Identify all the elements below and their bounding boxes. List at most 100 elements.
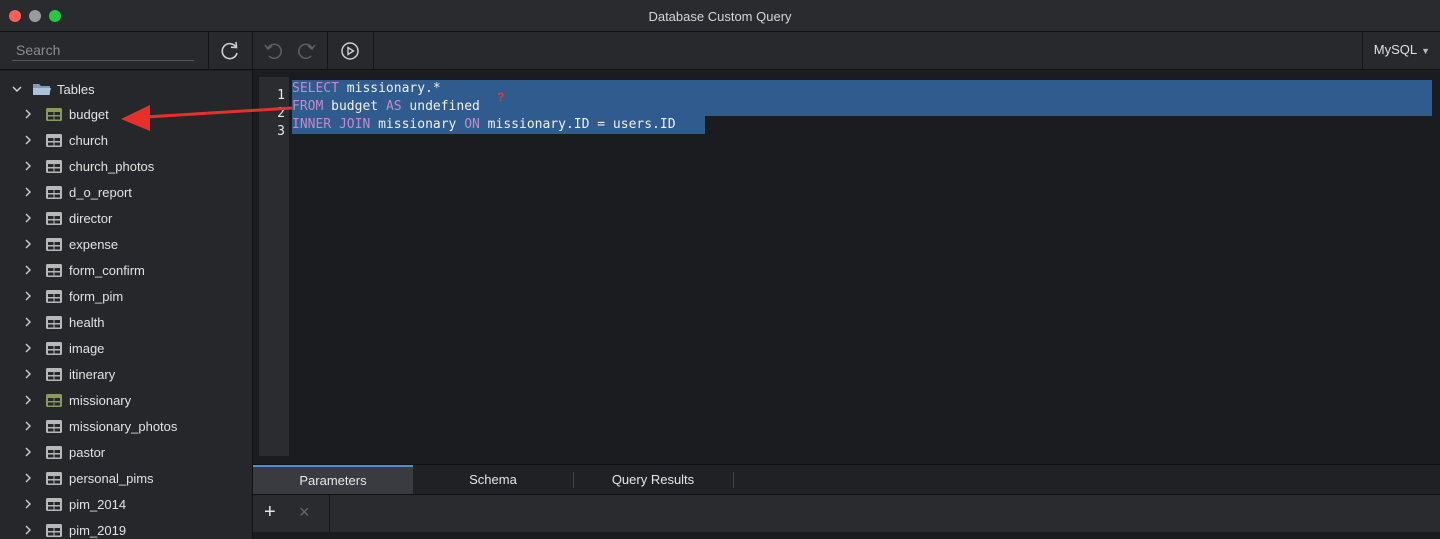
table-item[interactable]: form_confirm: [0, 258, 252, 284]
sql-keyword: AS: [385, 99, 402, 114]
dialect-select[interactable]: MySQL ▼: [1374, 42, 1430, 57]
table-item[interactable]: budget: [0, 102, 252, 128]
toolbar: Search MySQL ▼: [0, 32, 1440, 70]
chevron-down-icon[interactable]: [11, 83, 23, 98]
table-item[interactable]: pastor: [0, 440, 252, 466]
window-title: Database Custom Query: [648, 9, 792, 24]
table-item-label: personal_pims: [69, 471, 154, 486]
sql-text: missionary.*: [338, 81, 441, 96]
sql-text: budget: [323, 99, 386, 114]
table-item[interactable]: personal_pims: [0, 466, 252, 492]
toolbar-divider: [327, 32, 328, 70]
table-item[interactable]: pim_2019: [0, 518, 252, 539]
table-item[interactable]: health: [0, 310, 252, 336]
table-icon: [45, 419, 63, 434]
sql-keyword: FROM: [292, 99, 324, 114]
table-icon: [45, 445, 63, 460]
run-icon[interactable]: [337, 38, 363, 64]
tables-folder[interactable]: Tables: [0, 79, 252, 99]
table-item[interactable]: d_o_report: [0, 180, 252, 206]
refresh-icon[interactable]: [217, 38, 243, 64]
table-item[interactable]: missionary: [0, 388, 252, 414]
table-item-label: church: [69, 133, 109, 148]
table-item[interactable]: church_photos: [0, 154, 252, 180]
add-parameter-button[interactable]: +: [264, 501, 276, 524]
chevron-right-icon[interactable]: [22, 368, 34, 380]
toolbar-divider: [329, 495, 330, 533]
table-item-label: budget: [69, 107, 109, 122]
chevron-right-icon[interactable]: [22, 238, 34, 250]
table-item-label: itinerary: [69, 367, 116, 382]
code-line[interactable]: SELECT missionary.*: [292, 80, 441, 98]
tab-schema[interactable]: Schema: [413, 465, 573, 495]
toolbar-divider: [208, 32, 209, 70]
table-icon: [45, 341, 63, 356]
table-icon: [45, 211, 63, 226]
chevron-right-icon[interactable]: [22, 420, 34, 432]
chevron-right-icon[interactable]: [22, 498, 34, 510]
sql-keyword: ON: [464, 117, 480, 132]
code-line[interactable]: FROM budget AS undefined: [292, 98, 480, 116]
chevron-right-icon[interactable]: [22, 524, 34, 536]
table-icon: [45, 393, 63, 408]
table-icon: [45, 471, 63, 486]
table-icon: [45, 237, 63, 252]
table-item[interactable]: expense: [0, 232, 252, 258]
table-icon: [45, 107, 63, 122]
table-item[interactable]: itinerary: [0, 362, 252, 388]
toolbar-divider: [373, 32, 374, 70]
chevron-right-icon[interactable]: [22, 290, 34, 302]
table-item-label: missionary_photos: [69, 419, 178, 434]
parameters-list: [253, 532, 1440, 539]
redo-icon[interactable]: [294, 38, 320, 64]
remove-parameter-button[interactable]: ×: [299, 502, 310, 523]
table-item-label: health: [69, 315, 105, 330]
toolbar-divider: [1362, 32, 1363, 70]
tab-parameters[interactable]: Parameters: [253, 465, 413, 495]
table-item[interactable]: pim_2014: [0, 492, 252, 518]
tables-folder-label: Tables: [57, 82, 95, 97]
table-item-label: form_confirm: [69, 263, 145, 278]
table-item[interactable]: church: [0, 128, 252, 154]
sql-text: missionary: [370, 117, 465, 132]
line-number: 2: [277, 106, 285, 121]
sql-keyword: INNER JOIN: [292, 117, 371, 132]
chevron-right-icon[interactable]: [22, 264, 34, 276]
line-gutter: 1 2 3: [259, 77, 289, 456]
code-line[interactable]: INNER JOIN missionary ON missionary.ID =…: [292, 116, 676, 134]
chevron-right-icon[interactable]: [22, 446, 34, 458]
table-item-label: expense: [69, 237, 119, 252]
chevron-right-icon[interactable]: [22, 108, 34, 120]
chevron-right-icon[interactable]: [22, 186, 34, 198]
tab-divider: [733, 472, 734, 488]
chevron-right-icon[interactable]: [22, 160, 34, 172]
table-item[interactable]: missionary_photos: [0, 414, 252, 440]
sql-text: missionary.ID = users.ID: [479, 117, 676, 132]
table-item[interactable]: form_pim: [0, 284, 252, 310]
table-item-label: pastor: [69, 445, 106, 460]
table-item-label: pim_2019: [69, 523, 127, 538]
chevron-right-icon[interactable]: [22, 394, 34, 406]
search-input[interactable]: Search: [12, 39, 194, 61]
search-placeholder: Search: [16, 42, 61, 58]
sql-text: undefined: [401, 99, 480, 114]
chevron-right-icon[interactable]: [22, 316, 34, 328]
chevron-right-icon[interactable]: [22, 134, 34, 146]
table-item[interactable]: director: [0, 206, 252, 232]
chevron-right-icon[interactable]: [22, 212, 34, 224]
chevron-right-icon[interactable]: [22, 472, 34, 484]
parameters-toolbar: + ×: [253, 494, 1440, 533]
bottom-tabs: Parameters Schema Query Results: [253, 464, 1440, 495]
chevron-down-icon: ▼: [1421, 46, 1430, 56]
tab-query-results[interactable]: Query Results: [573, 465, 733, 495]
sidebar: Tables budget church church_photos d_o_repo…: [0, 71, 252, 539]
table-item[interactable]: image: [0, 336, 252, 362]
sql-keyword: SELECT: [292, 81, 339, 96]
table-item-label: image: [69, 341, 105, 356]
sql-editor[interactable]: 1 2 3 SELECT missionary.* FROM budget AS…: [253, 71, 1440, 464]
undo-icon[interactable]: [260, 38, 286, 64]
chevron-right-icon[interactable]: [22, 342, 34, 354]
table-item-label: form_pim: [69, 289, 124, 304]
table-item-label: director: [69, 211, 113, 226]
title-bar: Database Custom Query: [0, 0, 1440, 32]
